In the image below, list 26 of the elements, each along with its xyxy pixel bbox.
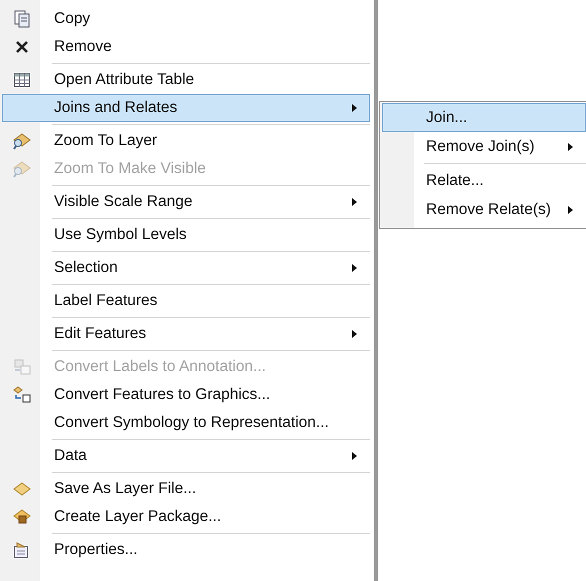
menu-item[interactable]: Zoom To Layer (2, 127, 370, 155)
menu-item[interactable]: Remove Relate(s) (382, 195, 586, 224)
menu-item[interactable]: Open Attribute Table (2, 66, 370, 94)
submenu-arrow-icon (352, 264, 357, 272)
properties-icon (13, 541, 31, 559)
layer-diamond-icon (13, 480, 31, 498)
menu-item[interactable]: Convert Features to Graphics... (2, 381, 370, 409)
layer-zoom-icon (13, 160, 31, 178)
labels-convert-icon (13, 358, 31, 376)
submenu-arrow-icon (568, 206, 573, 214)
shape-convert-icon (13, 386, 31, 404)
submenu-arrow-icon (568, 142, 573, 150)
submenu-arrow-icon (352, 198, 357, 206)
layer-zoom-icon (13, 132, 31, 150)
submenu-arrow-icon (352, 330, 357, 338)
menu-item[interactable]: Save As Layer File... (2, 475, 370, 503)
submenu-arrow-icon (352, 104, 357, 112)
menu-item[interactable]: Copy (2, 5, 370, 33)
menu-item[interactable]: Join... (382, 103, 586, 132)
menu-item[interactable]: Properties... (2, 536, 370, 564)
menu-item[interactable]: Joins and Relates (2, 94, 370, 127)
document-icon (13, 10, 31, 28)
table-icon (13, 71, 31, 89)
submenu-arrow-icon (352, 452, 357, 460)
package-icon (13, 508, 31, 526)
menu-item[interactable]: Relate... (382, 166, 586, 195)
